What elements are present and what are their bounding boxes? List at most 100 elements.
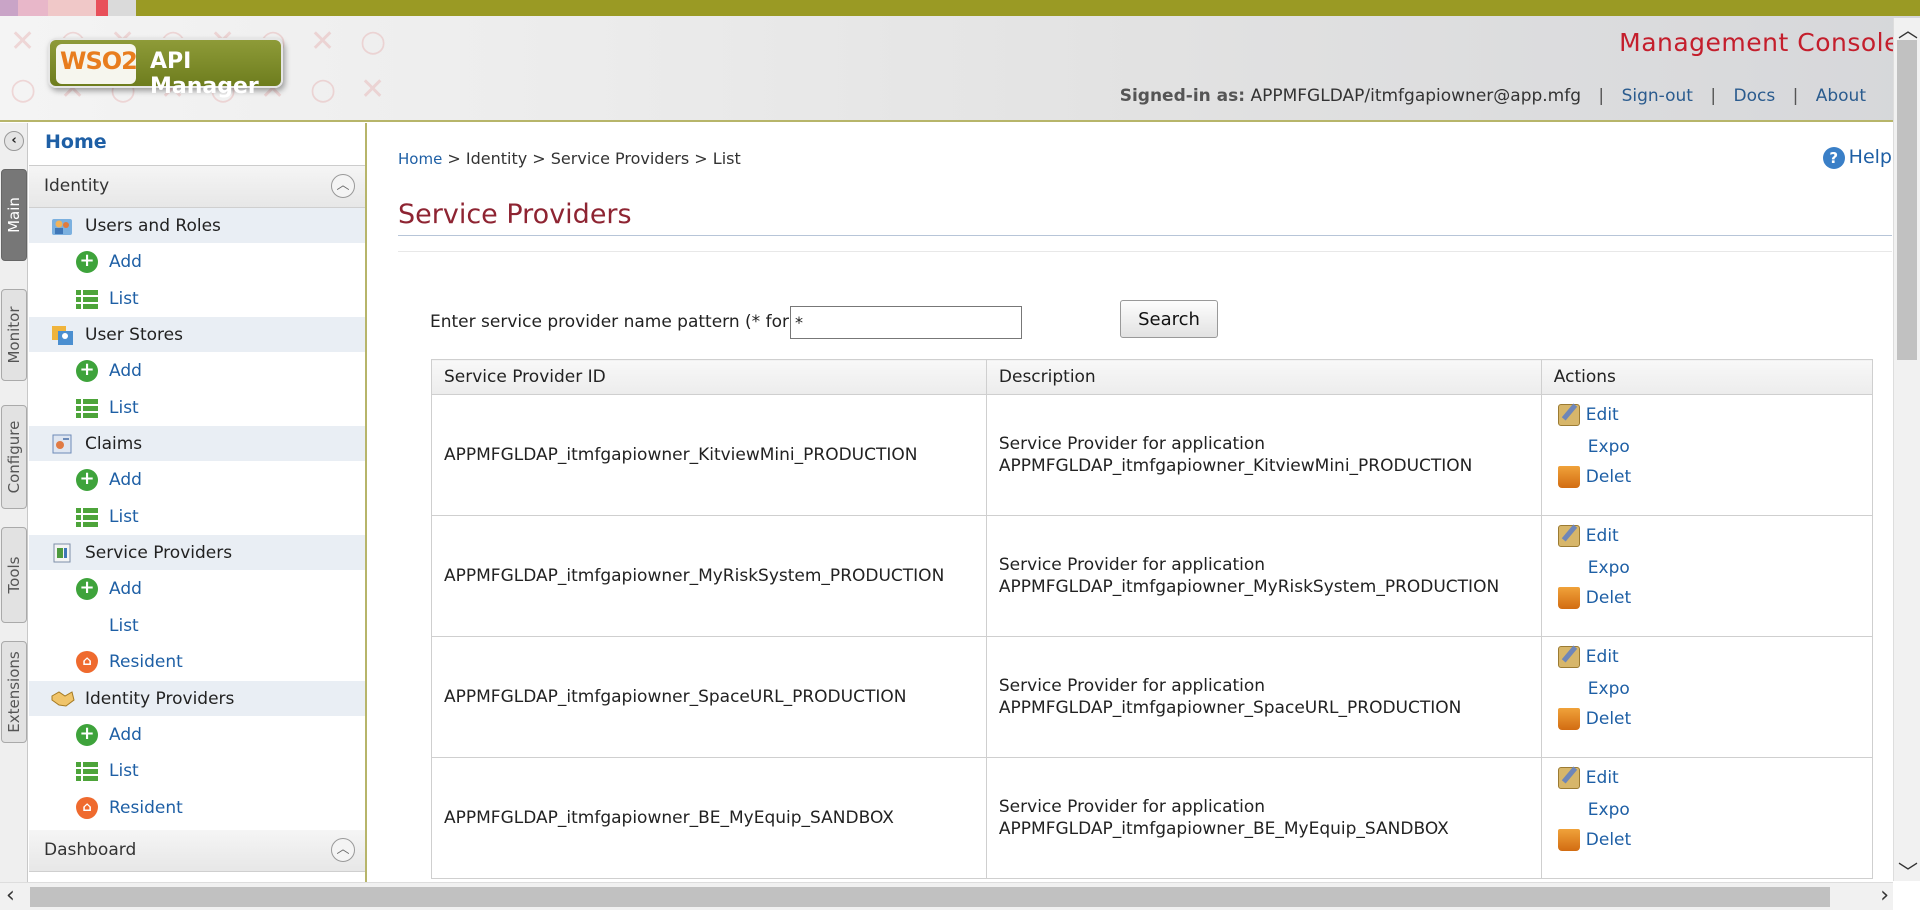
title-divider [398,235,1892,236]
section-identity-label: Identity [44,176,110,196]
edit-link[interactable]: Edit [1557,525,1619,547]
list-icon [76,396,98,419]
signed-in-label: Signed-in as: [1119,86,1246,106]
scroll-down-arrow-icon[interactable]: ﹀ [1898,856,1918,885]
edit-icon [1557,767,1580,789]
sidebar-item-service-providers-resident[interactable]: ⌂ Resident [29,644,365,681]
column-header-actions: Actions [1540,359,1874,395]
delete-link[interactable]: Delet [1557,466,1631,488]
scroll-right-arrow-icon[interactable]: › [1880,883,1889,908]
sidebar-group-identity-providers: Identity Providers [29,680,365,717]
sp-id-cell: APPMFGLDAP_itmfgapiowner_BE_MyEquip_SAND… [431,757,987,879]
table-row: APPMFGLDAP_itmfgapiowner_SpaceURL_PRODUC… [431,636,1874,758]
sidebar-item-claims-add[interactable]: + Add [29,462,365,499]
sidebar-section-identity[interactable]: Identity ︿ [29,166,365,208]
list-icon [76,760,98,782]
sign-out-link[interactable]: Sign-out [1622,86,1693,106]
list-icon [76,287,98,310]
trash-icon [1557,587,1580,609]
breadcrumb-home-link[interactable]: Home [398,150,442,168]
users-roles-icon [51,215,75,237]
horizontal-scrollbar[interactable]: ‹ › [0,882,1893,910]
add-icon: + [76,578,98,600]
add-icon: + [76,360,98,382]
tab-configure[interactable]: Configure [1,405,27,509]
service-providers-icon [51,542,75,564]
edit-link[interactable]: Edit [1557,646,1619,668]
export-link[interactable]: Expo [1588,437,1630,457]
vertical-scrollbar[interactable]: ︿ ﹀ [1893,18,1920,884]
delete-link[interactable]: Delet [1557,829,1631,851]
export-link[interactable]: Expo [1588,679,1630,699]
sidebar-group-users-roles: Users and Roles [29,208,365,244]
table-row: APPMFGLDAP_itmfgapiowner_MyRiskSystem_PR… [431,515,1874,637]
edit-icon [1557,525,1580,547]
scroll-left-arrow-icon[interactable]: ‹ [6,883,15,908]
sp-description-cell: Service Provider for application APPMFGLD… [985,394,1542,516]
search-input[interactable] [790,306,1022,339]
sidebar-item-identity-providers-resident[interactable]: ⌂ Resident [29,790,365,827]
delete-link[interactable]: Delet [1557,708,1631,730]
add-icon: + [76,251,98,273]
collapse-menu-button[interactable]: ‹ [4,131,24,151]
service-providers-table: Service Provider ID Description Actions … [431,359,1874,879]
edit-icon [1557,646,1580,668]
user-bar: Signed-in as: APPMFGLDAP/itmfgapiowner@a… [1119,86,1866,106]
help-link[interactable]: ? Help [1822,146,1892,169]
sidebar-item-claims-list[interactable]: List [29,499,365,536]
sidebar-item-service-providers-add[interactable]: + Add [29,571,365,608]
delete-link[interactable]: Delet [1557,587,1631,609]
console-title: Management Console [1619,28,1900,57]
sidebar-item-user-stores-add[interactable]: + Add [29,353,365,390]
edit-icon [1557,404,1580,426]
wso2-logo[interactable]: WSO2 API Manager [48,38,283,99]
sp-description-cell: Service Provider for application APPMFGLD… [985,636,1542,758]
page-title: Service Providers [398,199,632,230]
collapse-up-icon[interactable]: ︿ [331,838,355,862]
collapse-up-icon[interactable]: ︿ [331,174,355,198]
sidebar-item-users-roles-list[interactable]: List [29,281,365,318]
about-link[interactable]: About [1816,86,1866,106]
sp-description-cell: Service Provider for application APPMFGLD… [985,515,1542,637]
tab-main[interactable]: Main [1,169,27,261]
add-icon: + [76,469,98,491]
edit-link[interactable]: Edit [1557,767,1619,789]
horizontal-scroll-thumb[interactable] [30,887,1830,907]
sidebar-item-identity-providers-list[interactable]: List [29,753,365,790]
sidebar-item-user-stores-list[interactable]: List [29,390,365,427]
add-icon: + [76,723,98,746]
sidebar-group-service-providers: Service Providers [29,535,365,571]
sp-actions-cell: Edit Expo Delet [1540,515,1874,637]
sidebar-item-users-roles-add[interactable]: + Add [29,244,365,281]
trash-icon [1557,708,1580,730]
vertical-scroll-thumb[interactable] [1897,40,1917,360]
trash-icon [1557,829,1580,851]
section-dashboard-label: Dashboard [44,840,137,860]
docs-link[interactable]: Docs [1733,86,1775,106]
edit-link[interactable]: Edit [1557,404,1619,426]
scroll-up-arrow-icon[interactable]: ︿ [1898,14,1918,43]
export-link[interactable]: Expo [1588,800,1630,820]
sp-id-cell: APPMFGLDAP_itmfgapiowner_SpaceURL_PRODUC… [431,636,987,758]
tab-extensions[interactable]: Extensions [1,641,27,743]
header: ✕○✕ ○✕○ ✕○ ○✕○ ✕○✕ ○✕ WSO2 API Manager M… [0,0,1920,122]
sp-actions-cell: Edit Expo Delet [1540,394,1874,516]
search-label: Enter service provider name pattern (* f… [430,312,821,332]
handshake-icon [51,688,75,710]
tab-tools[interactable]: Tools [1,527,27,623]
top-color-bar [0,0,1920,16]
sidebar-home-link[interactable]: Home [29,123,365,166]
sidebar-item-identity-providers-add[interactable]: + Add [29,717,365,754]
sidebar-item-service-providers-list[interactable]: List [29,608,365,645]
table-header-row: Service Provider ID Description Actions [431,359,1874,395]
tab-monitor[interactable]: Monitor [1,289,27,381]
product-name: API Manager [150,49,259,99]
column-header-description: Description [985,359,1542,395]
list-icon [76,505,98,528]
sp-actions-cell: Edit Expo Delet [1540,757,1874,879]
search-button[interactable]: Search [1120,300,1218,338]
sidebar-section-dashboard[interactable]: Dashboard ︿ [29,830,365,872]
export-link[interactable]: Expo [1588,558,1630,578]
sp-description-cell: Service Provider for application APPMFGLD… [985,757,1542,879]
resident-icon: ⌂ [76,796,98,819]
